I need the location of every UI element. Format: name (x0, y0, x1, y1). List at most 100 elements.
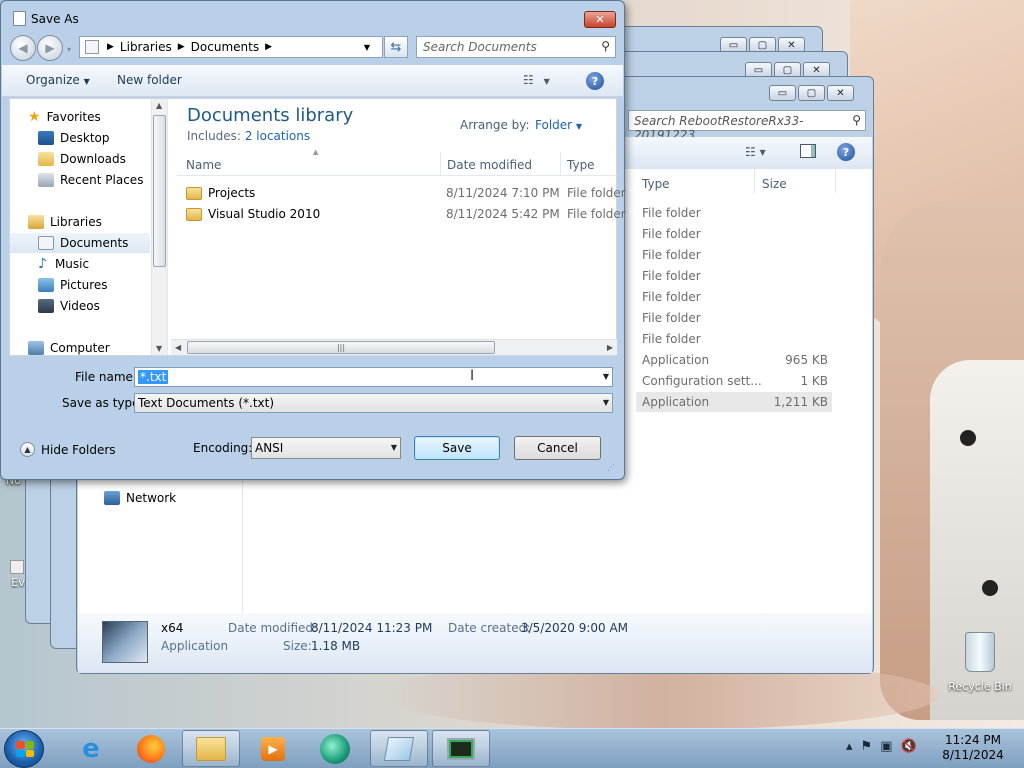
table-row[interactable]: File folder (636, 266, 832, 286)
downloads-icon (38, 152, 54, 166)
breadcrumb-documents[interactable]: Documents (191, 40, 259, 54)
help-icon[interactable]: ? (837, 143, 855, 161)
column-header-type[interactable]: Type (567, 158, 595, 172)
table-row[interactable]: Configuration sett... 1 KB (636, 371, 832, 391)
search-input[interactable]: Search Documents ⚲ (416, 36, 616, 58)
refresh-button[interactable]: ⇆ (384, 36, 408, 58)
scroll-left-icon[interactable]: ◀ (175, 343, 181, 352)
taskbar-file-explorer[interactable] (182, 730, 240, 767)
table-row[interactable]: File folder (636, 287, 832, 307)
chevron-up-icon: ▲ (20, 442, 35, 457)
column-header-date[interactable]: Date modified (447, 158, 532, 172)
chevron-down-icon[interactable]: ▼ (603, 372, 609, 381)
taskbar-app[interactable] (306, 730, 364, 767)
file-name-input[interactable]: *.txt I ▼ (134, 367, 613, 387)
locations-link[interactable]: 2 locations (245, 129, 310, 143)
back-button[interactable]: ◀ (10, 35, 36, 61)
encoding-select[interactable]: ANSI ▼ (251, 437, 401, 459)
scroll-right-icon[interactable]: ▶ (607, 343, 613, 352)
system-tray: ▴ ⚑ ▣ 🔇 (846, 739, 917, 754)
hide-folders-button[interactable]: ▲ Hide Folders (20, 442, 116, 457)
volume-muted-icon[interactable]: 🔇 (900, 739, 916, 754)
chevron-down-icon[interactable]: ▼ (391, 443, 397, 452)
scrollbar-thumb[interactable] (153, 115, 166, 267)
taskbar-notepad[interactable] (370, 730, 428, 767)
breadcrumb-chevron-icon[interactable]: ▶ (178, 42, 185, 52)
nav-label: Music (54, 257, 90, 271)
close-button[interactable]: ✕ (584, 11, 616, 28)
scrollbar-thumb[interactable]: ||| (187, 341, 495, 354)
action-center-flag-icon[interactable]: ⚑ (861, 739, 873, 754)
table-row[interactable]: File folder (636, 203, 832, 223)
new-folder-button[interactable]: New folder (117, 73, 182, 87)
table-row[interactable]: File folder (636, 245, 832, 265)
organize-button[interactable]: Organize ▼ (26, 73, 90, 87)
taskbar-task-manager[interactable] (432, 730, 490, 767)
nav-item-recent-places[interactable]: Recent Places (38, 170, 167, 190)
forward-button[interactable]: ▶ (37, 35, 63, 61)
file-name-cell: Projects (186, 186, 255, 200)
recent-pages-icon[interactable]: ▾ (67, 45, 71, 61)
table-row[interactable]: Application 1,211 KB (636, 392, 832, 412)
scroll-down-icon[interactable]: ▼ (156, 344, 162, 353)
nav-item-music[interactable]: ♪ Music (38, 254, 167, 274)
column-header-size[interactable]: Size (762, 177, 787, 191)
file-row[interactable]: Visual Studio 2010 8/11/2024 5:42 PM File … (180, 204, 626, 224)
windows-logo-icon (16, 741, 34, 757)
resize-grip-icon[interactable]: ⋰ (607, 463, 615, 472)
column-header-name[interactable]: Name (186, 158, 221, 172)
address-dropdown-icon[interactable]: ▼ (364, 43, 370, 52)
taskbar-firefox[interactable] (122, 730, 180, 767)
help-icon[interactable]: ? (586, 72, 604, 90)
nav-vertical-scrollbar[interactable]: ▲ ▼ (151, 99, 167, 355)
arrange-by-dropdown[interactable]: Folder ▼ (535, 118, 582, 132)
nav-item-computer[interactable]: Computer (28, 338, 167, 355)
nav-item-favorites[interactable]: ★ Favorites (28, 107, 167, 127)
breadcrumb-chevron-icon[interactable]: ▶ (107, 42, 114, 52)
explorer-search-input[interactable]: Search RebootRestoreRx33-20191223 ⚲ (628, 110, 866, 142)
nav-item-libraries[interactable]: Libraries (28, 212, 167, 232)
recycle-bin-desktop-icon[interactable]: Recycle Bin (945, 632, 1015, 693)
table-row[interactable]: File folder (636, 224, 832, 244)
nav-item-desktop[interactable]: Desktop (38, 128, 167, 148)
column-header-type[interactable]: Type (642, 177, 670, 191)
network-icon[interactable]: ▣ (880, 739, 892, 754)
library-title: Documents library (187, 105, 354, 126)
nav-item-pictures[interactable]: Pictures (38, 275, 167, 295)
maximize-button[interactable]: ▢ (798, 85, 825, 101)
minimize-button[interactable]: ▭ (769, 85, 796, 101)
nav-label: Downloads (60, 152, 126, 166)
breadcrumb-libraries[interactable]: Libraries (120, 40, 172, 54)
save-as-dialog[interactable]: Save As ✕ ◀ ▶ ▾ ▶ Libraries ▶ Documents … (0, 0, 626, 480)
media-player-icon: ▶ (261, 736, 285, 761)
table-row[interactable]: File folder (636, 308, 832, 328)
scroll-up-icon[interactable]: ▲ (156, 101, 162, 110)
table-row[interactable]: Application 965 KB (636, 350, 832, 370)
details-created-label: Date created: (448, 621, 531, 635)
nav-item-network[interactable]: Network (104, 491, 176, 505)
view-options-icon[interactable]: ☷ ▼ (523, 73, 550, 87)
nav-item-downloads[interactable]: Downloads (38, 149, 167, 169)
preview-pane-icon[interactable] (800, 144, 816, 158)
cancel-button[interactable]: Cancel (514, 436, 601, 460)
address-bar[interactable]: ▶ Libraries ▶ Documents ▶ ▼ (79, 36, 383, 58)
show-hidden-icons-icon[interactable]: ▴ (846, 739, 853, 754)
save-as-type-select[interactable]: Text Documents (*.txt) ▼ (134, 393, 613, 413)
view-options-icon[interactable]: ☷ ▾ (745, 145, 766, 159)
start-button[interactable] (4, 730, 44, 768)
breadcrumb-chevron-icon[interactable]: ▶ (265, 42, 272, 52)
table-row[interactable]: File folder (636, 329, 832, 349)
file-row[interactable]: Projects 8/11/2024 7:10 PM File folder (180, 183, 626, 203)
chevron-down-icon[interactable]: ▼ (603, 398, 609, 407)
file-icon (10, 560, 24, 574)
details-created-value: 3/5/2020 9:00 AM (521, 621, 629, 635)
save-button[interactable]: Save (414, 436, 500, 460)
taskbar-media-player[interactable]: ▶ (244, 730, 302, 767)
nav-item-videos[interactable]: Videos (38, 296, 167, 316)
taskbar-clock[interactable]: 11:24 PM 8/11/2024 (936, 733, 1010, 763)
file-type: File folder (567, 186, 626, 200)
horizontal-scrollbar[interactable]: ◀ ||| ▶ (171, 339, 617, 355)
close-button[interactable]: ✕ (827, 85, 854, 101)
nav-item-documents[interactable]: Documents (10, 233, 150, 253)
taskbar-internet-explorer[interactable]: e (62, 730, 120, 767)
